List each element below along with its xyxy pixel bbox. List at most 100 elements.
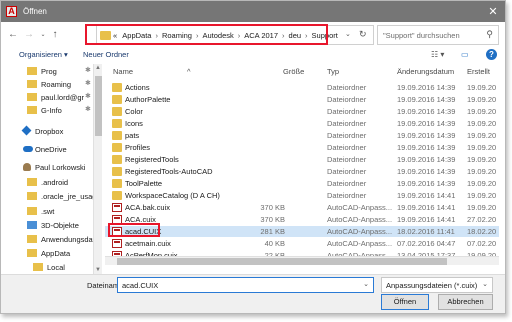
pin-icon[interactable]: ✱ <box>85 105 91 113</box>
sidebar-item-label: Paul Lorkowski <box>35 163 86 172</box>
file-row[interactable]: Profiles Dateiordner 19.09.2016 14:39 19… <box>105 142 499 153</box>
file-row[interactable]: AuthorPalette Dateiordner 19.09.2016 14:… <box>105 94 499 105</box>
column-header-date[interactable]: Änderungsdatum <box>397 67 454 76</box>
file-date: 19.09.2016 14:39 <box>397 143 456 152</box>
recent-locations-chevron-icon[interactable]: ⌄ <box>37 28 49 42</box>
column-header-size[interactable]: Größe <box>283 67 304 76</box>
new-folder-button[interactable]: Neuer Ordner <box>83 50 129 59</box>
file-created: 19.09.20 <box>467 143 497 152</box>
file-row[interactable]: Color Dateiordner 19.09.2016 14:39 19.09… <box>105 106 499 117</box>
sidebar-item-oracle-jre-usage[interactable]: .oracle_jre_usage <box>1 189 101 204</box>
file-name: Color <box>125 107 143 116</box>
file-created: 18.02.20 <box>467 227 497 236</box>
back-arrow-icon[interactable]: ← <box>7 28 19 42</box>
address-highlight-annotation <box>85 24 328 45</box>
file-name: Profiles <box>125 143 151 152</box>
refresh-icon[interactable]: ↻ <box>359 29 367 40</box>
file-date: 19.09.2016 14:39 <box>397 167 456 176</box>
folder-icon <box>112 131 122 140</box>
sidebar-item-g-info[interactable]: G-Info ✱ <box>1 103 93 118</box>
scrollbar-thumb[interactable] <box>95 76 102 136</box>
file-row[interactable]: acetmain.cuix 40 KB AutoCAD-Anpass... 07… <box>105 238 499 249</box>
file-name: RegisteredTools <box>125 155 179 164</box>
file-date: 19.09.2016 14:39 <box>397 179 456 188</box>
pin-icon[interactable]: ✱ <box>85 92 91 100</box>
file-row[interactable]: pats Dateiordner 19.09.2016 14:39 19.09.… <box>105 130 499 141</box>
cancel-button[interactable]: Abbrechen <box>438 294 493 310</box>
file-row-selected[interactable]: acad.CUIX 281 KB AutoCAD-Anpass... 18.02… <box>105 226 499 237</box>
file-type: Dateiordner <box>327 119 367 128</box>
view-options-icon[interactable]: ☷ ▾ <box>431 50 444 59</box>
sidebar-item-label: Prog <box>41 67 57 76</box>
address-dropdown-icon[interactable]: ⌄ <box>345 30 351 38</box>
horizontal-scrollbar[interactable] <box>105 256 499 265</box>
sidebar-item-local[interactable]: Local <box>1 260 93 274</box>
file-created: 07.02.20 <box>467 239 497 248</box>
sidebar-item-appdata[interactable]: AppData <box>1 246 93 261</box>
folder-icon <box>27 93 37 101</box>
sidebar-item-3d-objekte[interactable]: 3D-Objekte <box>1 218 93 233</box>
sidebar-item-paul-lorkowski[interactable]: Paul Lorkowski <box>1 160 93 175</box>
file-created: 19.09.20 <box>467 131 497 140</box>
file-date: 19.09.2016 14:41 <box>397 215 456 224</box>
file-row[interactable]: WorkspaceCatalog (D A CH) Dateiordner 19… <box>105 190 499 201</box>
file-created: 19.09.20 <box>467 191 497 200</box>
forward-arrow-icon[interactable]: → <box>23 28 35 42</box>
sidebar-item-label: Dropbox <box>35 127 64 136</box>
file-row[interactable]: ACA.cuix 370 KB AutoCAD-Anpass... 19.09.… <box>105 214 499 225</box>
command-toolbar: Organisieren ▾ Neuer Ordner ☷ ▾ ▭ ? <box>1 48 505 63</box>
sidebar-item-android[interactable]: .android <box>1 175 93 190</box>
organize-menu[interactable]: Organisieren ▾ <box>19 50 68 59</box>
chevron-down-icon[interactable]: ⌄ <box>482 280 488 288</box>
preview-pane-icon[interactable]: ▭ <box>461 50 469 59</box>
sidebar-item-label: OneDrive <box>35 145 67 154</box>
scroll-down-icon[interactable]: ▼ <box>95 267 101 273</box>
sidebar-item-anwendungsdaten[interactable]: Anwendungsdat <box>1 232 95 247</box>
folder-icon <box>112 191 122 200</box>
sidebar-item-dropbox[interactable]: Dropbox <box>1 124 93 139</box>
column-header-created[interactable]: Erstellt <box>467 67 490 76</box>
file-row[interactable]: Actions Dateiordner 19.09.2016 14:39 19.… <box>105 82 499 93</box>
scrollbar-thumb[interactable] <box>117 258 447 265</box>
chevron-down-icon[interactable]: ⌄ <box>363 280 369 288</box>
column-header-name[interactable]: Name <box>113 67 133 76</box>
sidebar-item-swt[interactable]: .swt <box>1 204 93 219</box>
file-type: AutoCAD-Anpass... <box>327 239 393 248</box>
file-created: 19.09.20 <box>467 83 497 92</box>
file-row[interactable]: RegisteredTools-AutoCAD Dateiordner 19.0… <box>105 166 499 177</box>
file-date: 19.09.2016 14:39 <box>397 131 456 140</box>
help-icon[interactable]: ? <box>486 49 497 60</box>
file-created: 19.09.20 <box>467 179 497 188</box>
file-size: 281 KB <box>260 227 285 236</box>
file-type: Dateiordner <box>327 143 367 152</box>
file-row[interactable]: ToolPalette Dateiordner 19.09.2016 14:39… <box>105 178 499 189</box>
file-created: 19.09.20 <box>467 119 497 128</box>
sidebar-item-label: .swt <box>41 207 55 216</box>
folder-icon <box>112 95 122 104</box>
folder-icon <box>27 178 37 186</box>
file-date: 07.02.2016 04:47 <box>397 239 456 248</box>
file-row[interactable]: RegisteredTools Dateiordner 19.09.2016 1… <box>105 154 499 165</box>
file-type-filter[interactable]: Anpassungsdateien (*.cuix) ⌄ <box>381 277 493 293</box>
sidebar-item-onedrive[interactable]: OneDrive <box>1 142 93 157</box>
cuix-file-icon <box>112 239 122 248</box>
file-type: Dateiordner <box>327 95 367 104</box>
open-button[interactable]: Öffnen <box>381 294 429 310</box>
close-button[interactable]: ✕ <box>485 4 501 20</box>
dialog-footer: Dateiname: acad.CUIX ⌄ Anpassungsdateien… <box>1 274 505 313</box>
onedrive-icon <box>23 146 33 152</box>
scroll-up-icon[interactable]: ▲ <box>95 65 101 71</box>
pin-icon[interactable]: ✱ <box>85 79 91 87</box>
filename-input[interactable]: acad.CUIX ⌄ <box>117 277 374 293</box>
column-header-type[interactable]: Typ <box>327 67 339 76</box>
file-row[interactable]: ACA.bak.cuix 370 KB AutoCAD-Anpass... 19… <box>105 202 499 213</box>
pin-icon[interactable]: ✱ <box>85 66 91 74</box>
file-date: 18.02.2016 11:41 <box>397 227 455 236</box>
folder-icon <box>27 207 37 215</box>
sidebar-scrollbar[interactable]: ▲ ▼ <box>93 64 102 274</box>
file-row[interactable]: Icons Dateiordner 19.09.2016 14:39 19.09… <box>105 118 499 129</box>
sidebar-item-label: .android <box>41 178 69 187</box>
up-arrow-icon[interactable]: ↑ <box>49 28 61 42</box>
search-input[interactable]: "Support" durchsuchen ⚲ <box>377 25 499 45</box>
open-dialog: A Öffnen ✕ ← → ⌄ ↑ « AppData › Roaming › Aut… <box>0 0 506 314</box>
